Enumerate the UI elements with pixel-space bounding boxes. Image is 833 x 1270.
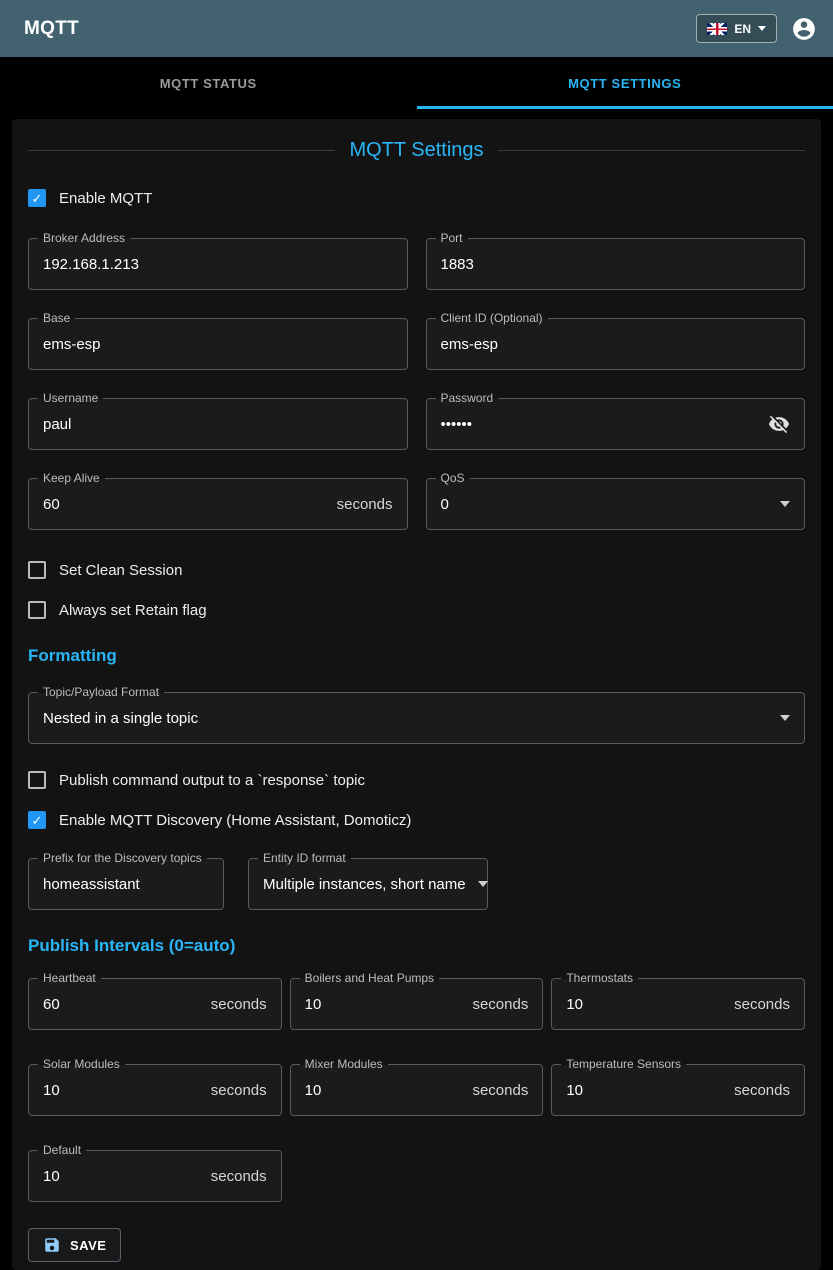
appbar: MQTT EN <box>0 0 833 57</box>
mqtt-discovery-label: Enable MQTT Discovery (Home Assistant, D… <box>59 812 411 829</box>
dropdown-arrow-icon <box>780 501 790 507</box>
broker-address-field[interactable]: Broker Address 192.168.1.213 <box>28 238 408 290</box>
account-button[interactable] <box>791 16 817 42</box>
topic-payload-format-select[interactable]: Topic/Payload Format Nested in a single … <box>28 692 805 744</box>
port-label: Port <box>436 231 468 245</box>
enable-mqtt-checkbox-row[interactable]: Enable MQTT <box>28 186 805 210</box>
client-id-field[interactable]: Client ID (Optional) ems-esp <box>426 318 806 370</box>
solar-modules-field[interactable]: Solar Modules 10 seconds <box>28 1064 282 1116</box>
dropdown-arrow-icon <box>780 715 790 721</box>
mixer-modules-value: 10 <box>305 1082 322 1099</box>
tab-mqtt-status[interactable]: MQTT STATUS <box>0 57 417 109</box>
client-id-label: Client ID (Optional) <box>436 311 548 325</box>
heartbeat-label: Heartbeat <box>38 971 101 985</box>
discovery-options-row: Prefix for the Discovery topics homeassi… <box>28 858 805 910</box>
entity-id-format-value: Multiple instances, short name <box>263 876 466 893</box>
base-field[interactable]: Base ems-esp <box>28 318 408 370</box>
solar-modules-label: Solar Modules <box>38 1057 125 1071</box>
entity-id-format-label: Entity ID format <box>258 851 351 865</box>
discovery-prefix-field[interactable]: Prefix for the Discovery topics homeassi… <box>28 858 224 910</box>
toggle-password-visibility-button[interactable] <box>768 413 790 435</box>
keep-alive-label: Keep Alive <box>38 471 105 485</box>
dropdown-arrow-icon <box>478 881 488 887</box>
keep-alive-field[interactable]: Keep Alive 60 seconds <box>28 478 408 530</box>
base-value: ems-esp <box>43 336 101 353</box>
retain-flag-label: Always set Retain flag <box>59 602 207 619</box>
formatting-heading: Formatting <box>28 646 805 666</box>
heartbeat-field[interactable]: Heartbeat 60 seconds <box>28 978 282 1030</box>
save-button[interactable]: SAVE <box>28 1228 121 1262</box>
checkbox-icon[interactable] <box>28 561 46 579</box>
default-interval-field[interactable]: Default 10 seconds <box>28 1150 282 1202</box>
clean-session-checkbox-row[interactable]: Set Clean Session <box>28 558 805 582</box>
qos-label: QoS <box>436 471 470 485</box>
save-button-label: SAVE <box>70 1238 106 1253</box>
qos-select[interactable]: QoS 0 <box>426 478 806 530</box>
default-interval-label: Default <box>38 1143 86 1157</box>
keep-alive-value: 60 <box>43 496 60 513</box>
keep-alive-suffix: seconds <box>337 496 393 513</box>
boilers-heat-pumps-value: 10 <box>305 996 322 1013</box>
enable-mqtt-label: Enable MQTT <box>59 190 152 207</box>
username-value: paul <box>43 416 71 433</box>
heartbeat-value: 60 <box>43 996 60 1013</box>
tab-bar: MQTT STATUS MQTT SETTINGS <box>0 57 833 109</box>
account-icon <box>791 16 817 42</box>
thermostats-field[interactable]: Thermostats 10 seconds <box>551 978 805 1030</box>
username-label: Username <box>38 391 103 405</box>
publish-response-label: Publish command output to a `response` t… <box>59 772 365 789</box>
tab-mqtt-settings[interactable]: MQTT SETTINGS <box>417 57 833 109</box>
retain-flag-checkbox-row[interactable]: Always set Retain flag <box>28 598 805 622</box>
language-label: EN <box>734 22 751 36</box>
language-button[interactable]: EN <box>696 14 777 43</box>
broker-address-value: 192.168.1.213 <box>43 256 139 273</box>
temperature-sensors-label: Temperature Sensors <box>561 1057 686 1071</box>
page-title: MQTT Settings <box>349 139 483 162</box>
password-field[interactable]: Password •••••• <box>426 398 806 450</box>
page-title-divider: MQTT Settings <box>28 139 805 162</box>
checkbox-icon[interactable] <box>28 811 46 829</box>
app-title: MQTT <box>24 18 79 40</box>
qos-value: 0 <box>441 496 449 513</box>
uk-flag-icon <box>707 23 727 35</box>
connection-form: Broker Address 192.168.1.213 Port 1883 B… <box>28 238 805 530</box>
discovery-prefix-label: Prefix for the Discovery topics <box>38 851 207 865</box>
mqtt-discovery-checkbox-row[interactable]: Enable MQTT Discovery (Home Assistant, D… <box>28 808 805 832</box>
checkbox-icon[interactable] <box>28 771 46 789</box>
temperature-sensors-field[interactable]: Temperature Sensors 10 seconds <box>551 1064 805 1116</box>
boilers-heat-pumps-label: Boilers and Heat Pumps <box>300 971 439 985</box>
mixer-modules-field[interactable]: Mixer Modules 10 seconds <box>290 1064 544 1116</box>
default-interval-value: 10 <box>43 1168 60 1185</box>
publish-intervals-grid: Heartbeat 60 seconds Boilers and Heat Pu… <box>28 978 805 1202</box>
client-id-value: ems-esp <box>441 336 499 353</box>
publish-intervals-heading: Publish Intervals (0=auto) <box>28 936 805 956</box>
checkbox-icon[interactable] <box>28 601 46 619</box>
mixer-modules-label: Mixer Modules <box>300 1057 388 1071</box>
username-field[interactable]: Username paul <box>28 398 408 450</box>
thermostats-value: 10 <box>566 996 583 1013</box>
temperature-sensors-value: 10 <box>566 1082 583 1099</box>
checkbox-icon[interactable] <box>28 189 46 207</box>
password-value: •••••• <box>441 416 473 433</box>
clean-session-label: Set Clean Session <box>59 562 182 579</box>
broker-address-label: Broker Address <box>38 231 130 245</box>
thermostats-label: Thermostats <box>561 971 638 985</box>
base-label: Base <box>38 311 75 325</box>
entity-id-format-select[interactable]: Entity ID format Multiple instances, sho… <box>248 858 488 910</box>
password-label: Password <box>436 391 499 405</box>
topic-payload-format-label: Topic/Payload Format <box>38 685 164 699</box>
boilers-heat-pumps-field[interactable]: Boilers and Heat Pumps 10 seconds <box>290 978 544 1030</box>
settings-card: MQTT Settings Enable MQTT Broker Address… <box>12 119 821 1270</box>
chevron-down-icon <box>758 26 766 31</box>
discovery-prefix-value: homeassistant <box>43 876 140 893</box>
port-field[interactable]: Port 1883 <box>426 238 806 290</box>
port-value: 1883 <box>441 256 474 273</box>
visibility-off-icon <box>768 413 790 435</box>
solar-modules-value: 10 <box>43 1082 60 1099</box>
publish-response-checkbox-row[interactable]: Publish command output to a `response` t… <box>28 768 805 792</box>
topic-payload-format-value: Nested in a single topic <box>43 710 198 727</box>
save-icon <box>43 1236 61 1254</box>
